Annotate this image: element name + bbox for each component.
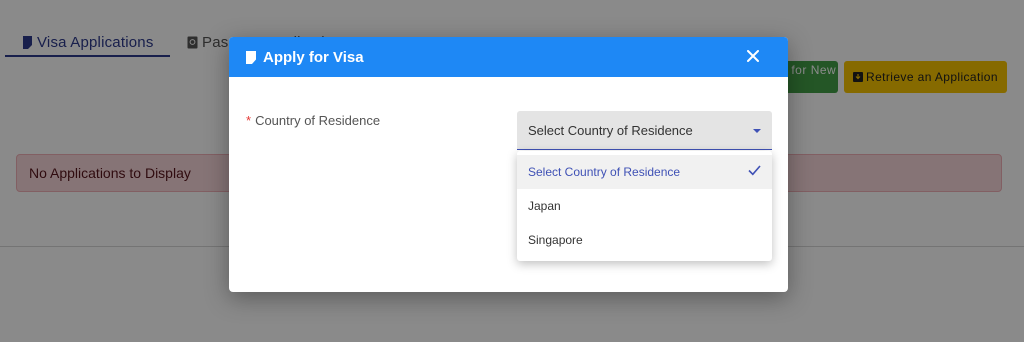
select-value: Select Country of Residence <box>528 122 693 138</box>
field-label-text: Country of Residence <box>255 113 381 128</box>
close-button[interactable] <box>742 45 764 67</box>
close-icon <box>747 50 759 62</box>
option-label: Select Country of Residence <box>528 165 681 179</box>
option-japan[interactable]: Japan <box>517 189 772 223</box>
option-singapore[interactable]: Singapore <box>517 223 772 257</box>
checkmark-icon <box>748 165 761 176</box>
apply-visa-dialog: Apply for Visa * Country of Residence Sel… <box>229 37 788 292</box>
option-label: Singapore <box>528 233 583 247</box>
dialog-header: Apply for Visa <box>229 37 788 77</box>
option-select-country[interactable]: Select Country of Residence <box>517 155 772 189</box>
required-marker: * <box>246 113 252 128</box>
country-of-residence-select[interactable]: Select Country of Residence <box>517 111 772 150</box>
country-of-residence-label: * Country of Residence <box>246 113 380 128</box>
country-dropdown-menu: Select Country of Residence Japan Singap… <box>517 151 772 261</box>
document-icon <box>246 50 256 64</box>
caret-down-icon <box>753 129 761 133</box>
option-label: Japan <box>528 199 561 213</box>
dialog-title: Apply for Visa <box>263 48 364 66</box>
